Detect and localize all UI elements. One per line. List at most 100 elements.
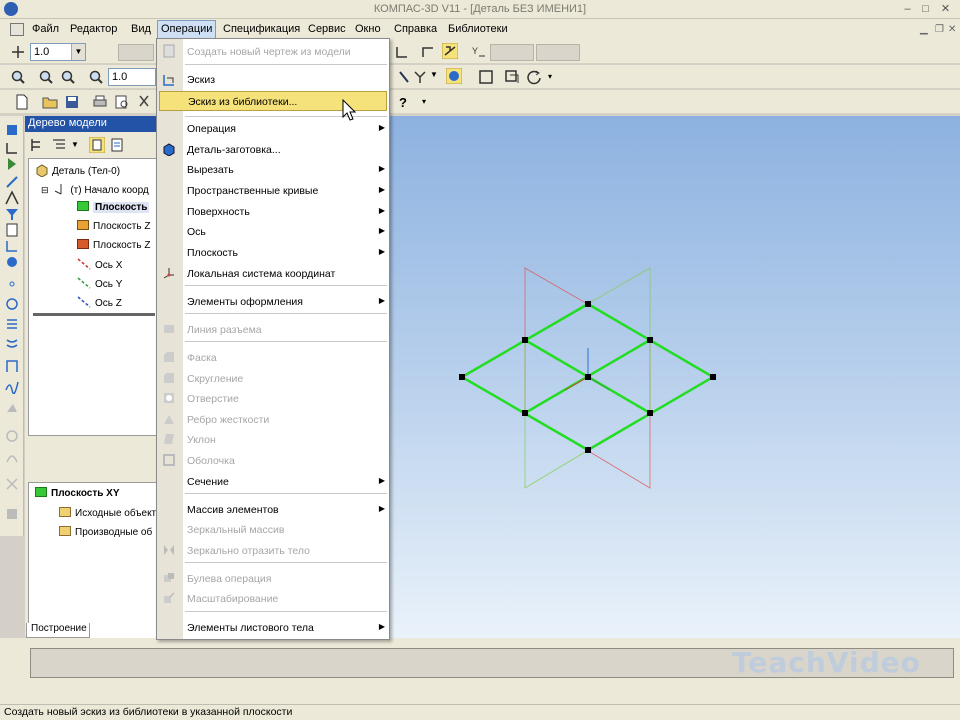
menu-item-scale[interactable]: Масштабирование [183, 589, 389, 609]
menu-item-space-curves[interactable]: Пространственные кривые ▶ [183, 181, 389, 201]
sketch-panel-icon[interactable] [4, 140, 20, 156]
menu-service[interactable]: Сервис [308, 23, 346, 35]
menu-item-blank-part[interactable]: Деталь-заготовка... [183, 140, 389, 160]
snap-active-icon[interactable] [442, 43, 458, 59]
selection-node-plane[interactable]: Плоскость XY [35, 487, 120, 499]
menu-operations[interactable]: Операции [157, 20, 217, 39]
shaded-view-icon[interactable] [446, 68, 462, 84]
help-pointer-icon[interactable]: ? [398, 94, 414, 110]
dimensions-panel-icon[interactable] [4, 174, 20, 190]
maximize-button[interactable]: □ [918, 2, 933, 16]
snap-icon[interactable] [420, 44, 436, 60]
zoom-out-icon[interactable] [60, 69, 76, 85]
toolbar-overflow-icon[interactable]: ▾ [548, 72, 552, 81]
measure-panel-icon[interactable] [4, 222, 20, 238]
document-icon[interactable] [10, 23, 24, 36]
mdi-restore-icon[interactable]: ❐ [935, 24, 944, 35]
point-icon[interactable] [4, 276, 20, 292]
tree-view-dropdown-icon[interactable]: ▼ [71, 140, 79, 149]
tree-node-plane-zx[interactable]: Плоскость Z [77, 220, 150, 232]
menu-item-new-drawing[interactable]: Создать новый чертеж из модели [183, 42, 389, 62]
zoom-scale-icon[interactable] [88, 69, 104, 85]
tree-node-axis-x[interactable]: Ось X [77, 258, 122, 271]
tree-node-origin[interactable]: ⊟ (т) Начало коорд [41, 183, 149, 196]
save-icon[interactable] [64, 94, 80, 110]
helix-icon[interactable] [4, 336, 20, 352]
spiral-icon[interactable] [4, 316, 20, 332]
menu-item-design-elements[interactable]: Элементы оформления ▶ [183, 292, 389, 312]
mdi-close-icon[interactable]: ✕ [948, 24, 956, 35]
menu-item-pattern[interactable]: Массив элементов ▶ [183, 500, 389, 520]
orientation-dropdown-icon[interactable]: ▼ [430, 70, 438, 79]
tree-node-part[interactable]: Деталь (Тел-0) [35, 163, 120, 178]
new-document-icon[interactable] [14, 94, 30, 110]
print-icon[interactable] [92, 94, 108, 110]
geometry-panel-icon[interactable] [4, 122, 20, 138]
menu-item-mirror-pattern[interactable]: Зеркальный массив [183, 520, 389, 540]
tree-node-axis-y[interactable]: Ось Y [77, 277, 122, 290]
selection-node-source[interactable]: Исходные объекты [59, 507, 157, 519]
menu-item-mirror-body[interactable]: Зеркально отразить тело [183, 541, 389, 561]
menu-item-section[interactable]: Сечение ▶ [183, 472, 389, 492]
menu-libraries[interactable]: Библиотеки [448, 23, 508, 35]
orthogonal-icon[interactable] [394, 44, 410, 60]
spec-panel-icon[interactable] [4, 238, 20, 254]
wireframe-icon[interactable] [478, 69, 494, 85]
menu-item-parting-line[interactable]: Линия разъема [183, 320, 389, 340]
zoom-window-icon[interactable] [10, 69, 26, 85]
open-folder-icon[interactable] [42, 94, 58, 110]
tree-node-plane-xy[interactable]: Плоскость [77, 201, 150, 213]
polyline-icon[interactable] [4, 358, 20, 374]
tree-structure-icon[interactable] [29, 137, 45, 153]
circle-icon[interactable] [4, 296, 20, 312]
collapse-icon[interactable]: ⊟ [41, 185, 49, 195]
menu-item-boolean[interactable]: Булева операция [183, 569, 389, 589]
menu-view[interactable]: Вид [131, 23, 151, 35]
menu-item-chamfer[interactable]: Фаска [183, 348, 389, 368]
menu-edit[interactable]: Редактор [70, 23, 117, 35]
menu-item-sheet-body[interactable]: Элементы листового тела ▶ [183, 618, 389, 638]
refresh-view-icon[interactable] [526, 69, 542, 85]
zoom-select[interactable]: 1.0 [108, 68, 156, 86]
tree-highlight-icon[interactable] [89, 137, 105, 153]
tab-build[interactable]: Построение [26, 623, 90, 638]
tree-node-plane-zy[interactable]: Плоскость Z [77, 239, 150, 251]
menu-item-fillet[interactable]: Скругление [183, 369, 389, 389]
menu-item-rib[interactable]: Ребро жесткости [183, 410, 389, 430]
coordinates-icon[interactable]: Y [470, 44, 486, 60]
minimize-button[interactable]: – [900, 2, 915, 16]
tree-properties-icon[interactable] [109, 137, 125, 153]
menu-specification[interactable]: Спецификация [223, 23, 300, 35]
zoom-in-icon[interactable] [38, 69, 54, 85]
print-preview-icon[interactable] [114, 94, 130, 110]
tree-node-axis-z[interactable]: Ось Z [77, 296, 122, 309]
notations-panel-icon[interactable] [4, 190, 20, 206]
menu-item-axis[interactable]: Ось ▶ [183, 222, 389, 242]
perspective-icon[interactable] [504, 69, 520, 85]
close-button[interactable]: ✕ [938, 2, 953, 16]
menu-window[interactable]: Окно [355, 23, 381, 35]
menu-file[interactable]: Файл [32, 23, 59, 35]
menu-item-local-cs[interactable]: Локальная система координат [183, 264, 389, 284]
toolbar-overflow-icon-2[interactable]: ▾ [422, 97, 426, 106]
spline-icon[interactable] [4, 378, 20, 394]
menu-item-surface[interactable]: Поверхность ▶ [183, 202, 389, 222]
filter-panel-icon[interactable] [4, 206, 20, 222]
selection-node-derived[interactable]: Производные об [59, 526, 152, 538]
menu-item-operation[interactable]: Операция ▶ [183, 119, 389, 139]
menu-item-draft[interactable]: Уклон [183, 430, 389, 450]
rotate-icon[interactable] [396, 69, 412, 85]
cut-icon[interactable] [136, 94, 152, 110]
step-select[interactable]: 1.0 ▼ [30, 43, 86, 61]
menu-help[interactable]: Справка [394, 23, 437, 35]
menu-item-sketch[interactable]: Эскиз [183, 70, 389, 90]
tree-view-mode-icon[interactable] [51, 137, 67, 153]
menu-item-hole[interactable]: Отверстие [183, 389, 389, 409]
menu-item-plane[interactable]: Плоскость ▶ [183, 243, 389, 263]
orientation-icon[interactable] [412, 69, 428, 85]
editing-panel-icon[interactable] [4, 156, 20, 172]
reports-panel-icon[interactable] [4, 254, 20, 270]
cursor-step-icon[interactable] [10, 44, 26, 60]
menu-item-shell[interactable]: Оболочка [183, 451, 389, 471]
mdi-minimize-icon[interactable]: ▁ [920, 24, 928, 35]
